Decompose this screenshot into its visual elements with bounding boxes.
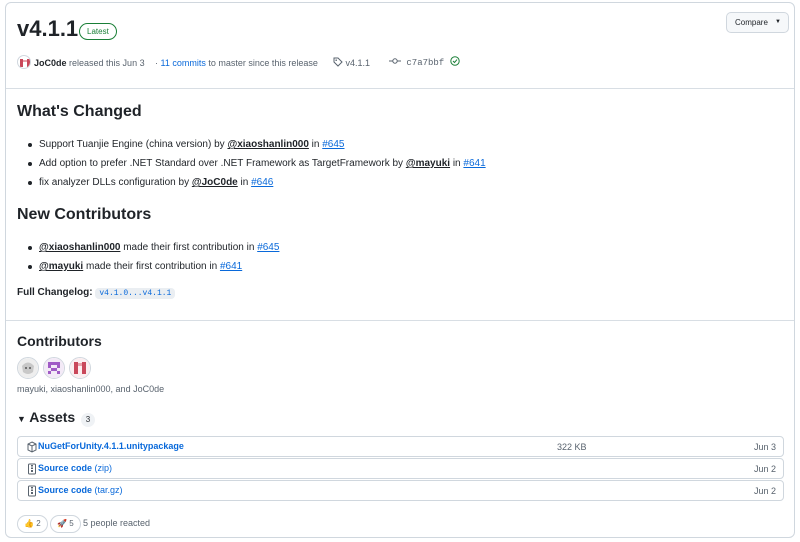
issue-link[interactable]: #641 bbox=[220, 261, 242, 272]
release-card: v4.1.1 Latest Compare ▼ JoC0de released … bbox=[5, 2, 795, 538]
compare-label: Compare bbox=[735, 18, 768, 27]
issue-link[interactable]: #646 bbox=[251, 177, 273, 188]
asset-row[interactable]: Source code (tar.gz) Jun 2 bbox=[17, 480, 784, 501]
assets-heading: Assets bbox=[29, 409, 76, 425]
author-avatar[interactable] bbox=[17, 55, 31, 69]
avatar[interactable] bbox=[17, 357, 39, 379]
issue-link[interactable]: #645 bbox=[322, 139, 344, 150]
list-item: @mayuki made their first contribution in… bbox=[27, 257, 279, 276]
commits-suffix: to master since this release bbox=[208, 58, 318, 68]
asset-size: 322 KB bbox=[557, 442, 587, 452]
changelog-range-link[interactable]: v4.1.0...v4.1.1 bbox=[95, 288, 176, 299]
new-contributors-list: @xiaoshanlin000 made their first contrib… bbox=[27, 238, 279, 276]
commits-link[interactable]: 11 commits bbox=[161, 58, 206, 68]
asset-row[interactable]: Source code (zip) Jun 2 bbox=[17, 458, 784, 479]
reaction-count: 5 bbox=[69, 519, 74, 528]
chevron-down-icon: ▼ bbox=[775, 19, 781, 25]
commits-line: · 11 commits to master since this releas… bbox=[155, 55, 318, 71]
tag-icon bbox=[333, 57, 346, 68]
issue-link[interactable]: #641 bbox=[463, 158, 485, 169]
list-item: Add option to prefer .NET Standard over … bbox=[27, 154, 486, 173]
compare-button[interactable]: Compare ▼ bbox=[726, 12, 789, 33]
file-zip-icon bbox=[27, 485, 37, 497]
tag-label: v4.1.1 bbox=[345, 58, 371, 68]
triangle-down-icon: ▼ bbox=[17, 414, 26, 424]
released-text: released this Jun 3 bbox=[69, 58, 145, 68]
mention-link[interactable]: @xiaoshanlin000 bbox=[39, 242, 120, 253]
middot: · bbox=[155, 58, 158, 68]
asset-name-link[interactable]: NuGetForUnity.4.1.1.unitypackage bbox=[38, 441, 184, 451]
contributors-names: mayuki, xiaoshanlin000, and JoC0de bbox=[17, 384, 165, 394]
reaction-count: 2 bbox=[36, 519, 41, 528]
thumbs-up-icon: 👍 bbox=[24, 519, 34, 528]
whats-changed-heading: What's Changed bbox=[17, 103, 142, 120]
mention-link[interactable]: @mayuki bbox=[39, 261, 83, 272]
commit-link[interactable]: c7a7bbf bbox=[389, 55, 460, 71]
full-changelog: Full Changelog: v4.1.0...v4.1.1 bbox=[17, 287, 176, 299]
rocket-icon: 🚀 bbox=[57, 519, 67, 528]
assets-toggle[interactable]: ▼ Assets bbox=[17, 409, 75, 425]
avatar[interactable] bbox=[43, 357, 65, 379]
divider bbox=[6, 320, 794, 321]
author-link[interactable]: JoC0de bbox=[34, 58, 67, 68]
asset-name-link[interactable]: Source code (tar.gz) bbox=[38, 485, 123, 495]
avatar[interactable] bbox=[69, 357, 91, 379]
asset-date: Jun 2 bbox=[753, 486, 776, 496]
contributors-heading: Contributors bbox=[17, 333, 102, 349]
mention-link[interactable]: @mayuki bbox=[406, 158, 450, 169]
asset-date: Jun 3 bbox=[753, 442, 776, 452]
changelog-label: Full Changelog bbox=[17, 287, 90, 298]
release-title[interactable]: v4.1.1 bbox=[17, 16, 78, 42]
whats-changed-list: Support Tuanjie Engine (china version) b… bbox=[27, 135, 486, 192]
assets-count: 3 bbox=[81, 413, 95, 427]
list-item: @xiaoshanlin000 made their first contrib… bbox=[27, 238, 279, 257]
package-icon bbox=[27, 441, 37, 453]
list-item: fix analyzer DLLs configuration by @JoC0… bbox=[27, 173, 486, 192]
issue-link[interactable]: #645 bbox=[257, 242, 279, 253]
latest-badge: Latest bbox=[79, 23, 117, 40]
mention-link[interactable]: @JoC0de bbox=[192, 177, 238, 188]
new-contributors-heading: New Contributors bbox=[17, 206, 152, 223]
divider bbox=[6, 88, 794, 89]
tag-link[interactable]: v4.1.1 bbox=[333, 55, 370, 71]
list-item: Support Tuanjie Engine (china version) b… bbox=[27, 135, 486, 154]
release-author-line: JoC0de released this Jun 3 bbox=[34, 55, 145, 71]
mention-link[interactable]: @xiaoshanlin000 bbox=[227, 139, 308, 150]
asset-date: Jun 2 bbox=[753, 464, 776, 474]
rocket-reaction-button[interactable]: 🚀 5 bbox=[50, 515, 81, 533]
commit-icon bbox=[389, 58, 406, 68]
thumbs-up-reaction-button[interactable]: 👍 2 bbox=[17, 515, 48, 533]
asset-row[interactable]: NuGetForUnity.4.1.1.unitypackage 322 KB … bbox=[17, 436, 784, 457]
asset-name-link[interactable]: Source code (zip) bbox=[38, 463, 112, 473]
verified-check-icon bbox=[449, 56, 460, 68]
commit-sha: c7a7bbf bbox=[406, 58, 445, 68]
file-zip-icon bbox=[27, 463, 37, 475]
reactions-summary: 5 people reacted bbox=[83, 518, 151, 528]
